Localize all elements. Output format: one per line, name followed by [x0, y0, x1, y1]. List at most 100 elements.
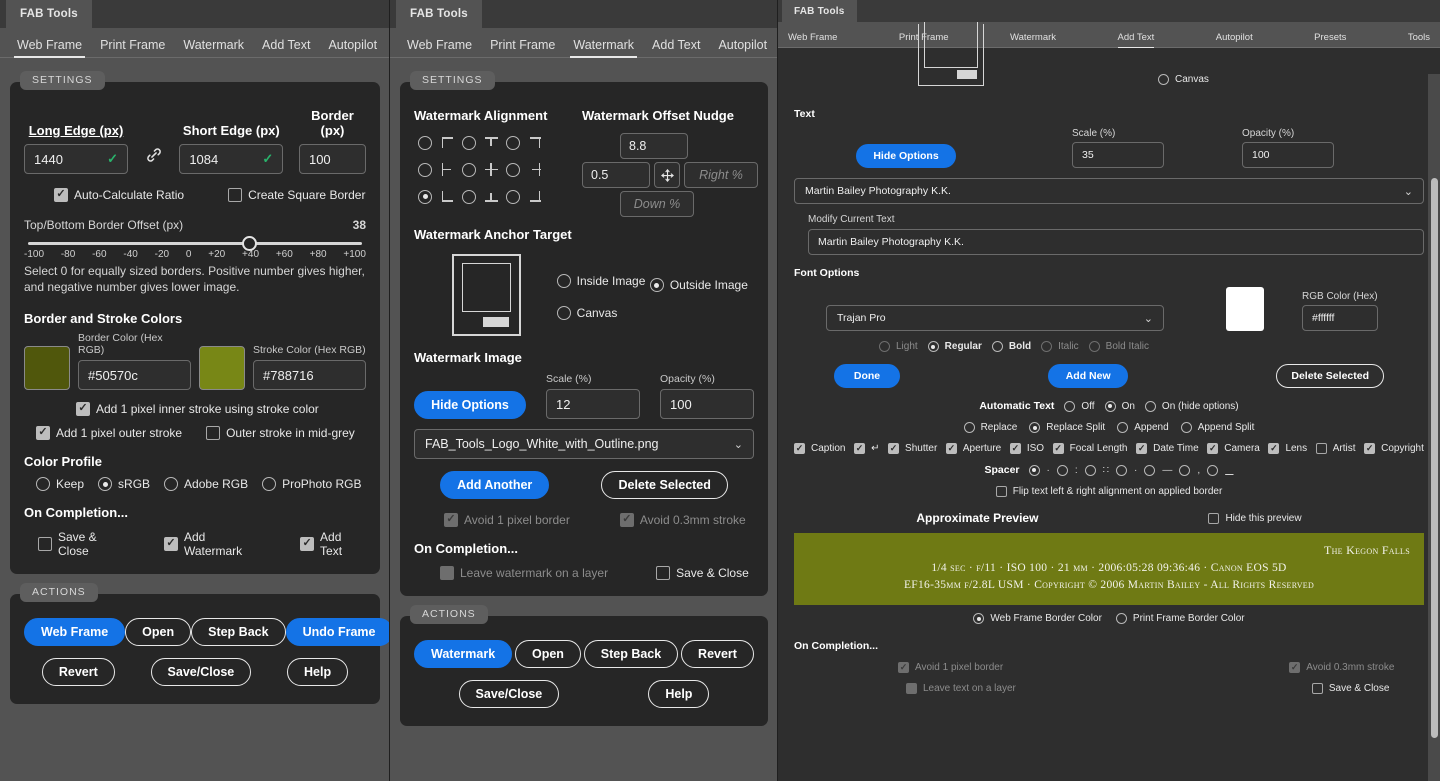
font-weight-regular-radio[interactable]	[928, 341, 939, 352]
align-radio-br[interactable]	[506, 190, 520, 204]
mode-append-split[interactable]: Append Split	[1181, 422, 1255, 433]
spacer-radio-5[interactable]	[1179, 465, 1190, 476]
field-iso-box[interactable]	[1010, 443, 1021, 454]
p3-canvas-option[interactable]: Canvas	[1158, 74, 1209, 85]
p3-tab-watermark[interactable]: Watermark	[1004, 32, 1062, 48]
color-profile-prophoto-rgb[interactable]: ProPhoto RGB	[262, 477, 361, 491]
p3-save-close-box[interactable]	[1312, 683, 1323, 694]
tab-autopilot[interactable]: Autopilot	[319, 38, 386, 58]
stroke-color-swatch[interactable]	[199, 346, 245, 390]
p2-revert-button[interactable]: Revert	[681, 640, 754, 668]
color-profile-srgb-radio[interactable]	[98, 477, 112, 491]
p2-step-back-button[interactable]: Step Back	[584, 640, 678, 668]
field-shutter-box[interactable]	[888, 443, 899, 454]
tab-print-frame[interactable]: Print Frame	[91, 38, 174, 58]
p2-help-button[interactable]: Help	[648, 680, 709, 708]
p2-tab-autopilot[interactable]: Autopilot	[709, 38, 776, 58]
move-arrows-icon[interactable]	[654, 162, 680, 188]
p2-delete-selected-button[interactable]: Delete Selected	[601, 471, 727, 499]
color-profile-prophoto-rgb-radio[interactable]	[262, 477, 276, 491]
spacer-radio-0[interactable]	[1029, 465, 1040, 476]
align-radio-mr[interactable]	[506, 163, 520, 177]
p2-save-close-button[interactable]: Save/Close	[459, 680, 560, 708]
mode-append[interactable]: Append	[1117, 422, 1168, 433]
mode-replace-radio[interactable]	[964, 422, 975, 433]
hide-preview-box[interactable]	[1208, 513, 1219, 524]
p3-canvas-radio[interactable]	[1158, 74, 1169, 85]
panel2-app-tab[interactable]: FAB Tools	[396, 0, 482, 28]
nudge-left-input[interactable]: 0.5	[582, 162, 650, 188]
color-profile-keep-radio[interactable]	[36, 477, 50, 491]
add-new-button[interactable]: Add New	[1048, 364, 1128, 388]
field-lens[interactable]: Lens	[1268, 443, 1307, 454]
panel3-app-tab[interactable]: FAB Tools	[782, 0, 857, 22]
web-frame-border-color-option[interactable]: Web Frame Border Color	[973, 613, 1102, 624]
spacer-radio-2[interactable]	[1085, 465, 1096, 476]
color-profile-adobe-rgb[interactable]: Adobe RGB	[164, 477, 248, 491]
print-frame-border-color-option[interactable]: Print Frame Border Color	[1116, 613, 1245, 624]
p1-save-close-box[interactable]	[38, 537, 52, 551]
align-radio-bl[interactable]	[418, 190, 432, 204]
panel1-app-tab[interactable]: FAB Tools	[6, 0, 92, 28]
modify-current-text-input[interactable]: Martin Bailey Photography K.K.	[808, 229, 1424, 255]
field-focal-length[interactable]: Focal Length	[1053, 443, 1128, 454]
watermark-opacity-input[interactable]: 100	[660, 389, 754, 419]
anchor-outside-image[interactable]: Outside Image	[650, 278, 748, 292]
create-square-border-box[interactable]	[228, 188, 242, 202]
field-artist-box[interactable]	[1316, 443, 1327, 454]
automatic-text-off[interactable]: Off	[1064, 401, 1094, 412]
short-edge-input[interactable]: 1084 ✓	[179, 144, 283, 174]
p2-save-close-checkbox[interactable]: Save & Close	[656, 566, 749, 580]
automatic-text-on-hide-radio[interactable]	[1145, 401, 1156, 412]
field-linebreak-box[interactable]	[854, 443, 865, 454]
mode-replace-split-radio[interactable]	[1029, 422, 1040, 433]
done-button[interactable]: Done	[834, 364, 900, 388]
spacer-radio-6[interactable]	[1207, 465, 1218, 476]
p3-tab-autopilot[interactable]: Autopilot	[1210, 32, 1259, 48]
revert-button[interactable]: Revert	[42, 658, 115, 686]
link-icon[interactable]	[144, 145, 164, 174]
web-frame-border-color-radio[interactable]	[973, 613, 984, 624]
tab-watermark[interactable]: Watermark	[174, 38, 253, 58]
anchor-inside-image-radio[interactable]	[557, 274, 571, 288]
p1-add-text-checkbox[interactable]: Add Text	[300, 530, 366, 558]
font-weight-regular[interactable]: Regular	[928, 341, 982, 352]
p3-save-close-checkbox[interactable]: Save & Close	[1312, 683, 1390, 694]
create-square-border-checkbox[interactable]: Create Square Border	[228, 188, 365, 202]
tab-web-frame[interactable]: Web Frame	[8, 38, 91, 58]
nudge-up-input[interactable]: 8.8	[620, 133, 688, 159]
watermark-scale-input[interactable]: 12	[546, 389, 640, 419]
flip-text-checkbox[interactable]: Flip text left & right alignment on appl…	[996, 486, 1223, 497]
inner-stroke-checkbox[interactable]: Add 1 pixel inner stroke using stroke co…	[76, 402, 319, 416]
anchor-canvas[interactable]: Canvas	[557, 306, 618, 320]
nudge-right-input[interactable]: Right %	[684, 162, 758, 188]
p2-save-close-box[interactable]	[656, 566, 670, 580]
text-preset-select[interactable]: Martin Bailey Photography K.K. ⌄	[794, 178, 1424, 204]
field-camera-box[interactable]	[1207, 443, 1218, 454]
outer-stroke-checkbox[interactable]: Add 1 pixel outer stroke	[36, 426, 182, 440]
field-date-time-box[interactable]	[1136, 443, 1147, 454]
auto-calculate-ratio-checkbox[interactable]: Auto-Calculate Ratio	[54, 188, 184, 202]
automatic-text-on[interactable]: On	[1105, 401, 1135, 412]
mode-replace[interactable]: Replace	[964, 422, 1018, 433]
font-weight-bold[interactable]: Bold	[992, 341, 1031, 352]
color-profile-adobe-rgb-radio[interactable]	[164, 477, 178, 491]
add-another-button[interactable]: Add Another	[440, 471, 549, 499]
p2-open-button[interactable]: Open	[515, 640, 581, 668]
anchor-outside-image-radio[interactable]	[650, 278, 664, 292]
inner-stroke-box[interactable]	[76, 402, 90, 416]
mode-append-split-radio[interactable]	[1181, 422, 1192, 433]
automatic-text-on-radio[interactable]	[1105, 401, 1116, 412]
outer-stroke-box[interactable]	[36, 426, 50, 440]
field-date-time[interactable]: Date Time	[1136, 443, 1199, 454]
p3-tab-presets[interactable]: Presets	[1308, 32, 1352, 48]
field-caption[interactable]: Caption	[794, 443, 845, 454]
field-copyright-box[interactable]	[1364, 443, 1375, 454]
p3-tab-add-text[interactable]: Add Text	[1112, 32, 1161, 48]
long-edge-input[interactable]: 1440 ✓	[24, 144, 128, 174]
print-frame-border-color-radio[interactable]	[1116, 613, 1127, 624]
field-linebreak[interactable]: ↵	[854, 443, 879, 454]
stroke-color-input[interactable]: #788716	[253, 360, 366, 390]
p3-delete-selected-button[interactable]: Delete Selected	[1276, 364, 1384, 388]
p1-save-close-checkbox[interactable]: Save & Close	[38, 530, 130, 558]
